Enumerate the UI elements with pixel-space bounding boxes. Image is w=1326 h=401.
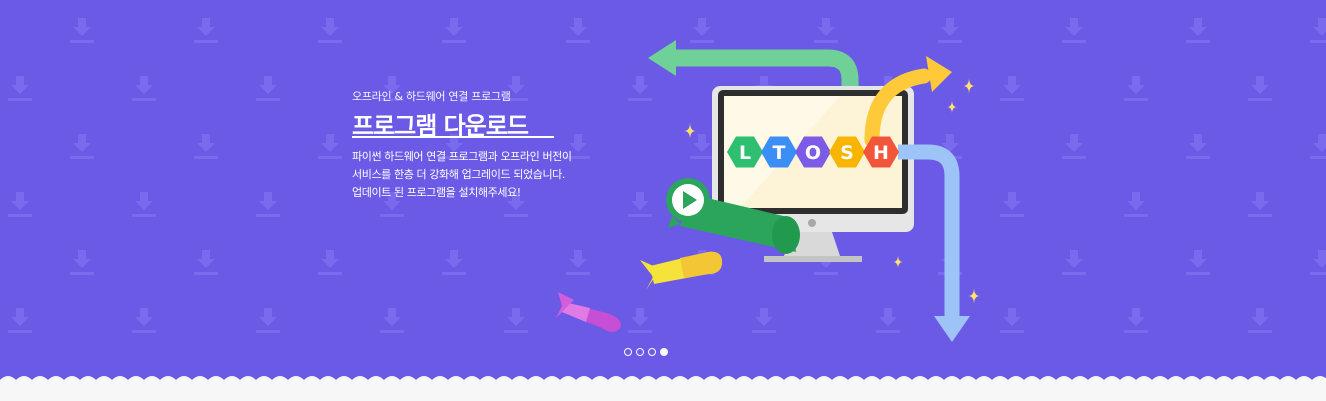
pink-rocket xyxy=(556,292,621,332)
hero-banner: 오프라인 & 하드웨어 연결 프로그램 프로그램 다운로드 파이썬 하드웨어 연… xyxy=(0,0,1326,401)
logo-letter: L xyxy=(739,142,751,164)
logo-letter: H xyxy=(873,142,889,164)
carousel-pagination xyxy=(624,348,668,356)
carousel-dot-active[interactable] xyxy=(660,348,668,356)
carousel-dot[interactable] xyxy=(648,348,656,356)
logo-letter: S xyxy=(840,142,854,164)
sparkle xyxy=(963,77,975,95)
carousel-dot[interactable] xyxy=(624,348,632,356)
sparkle xyxy=(684,122,696,140)
carousel-dot[interactable] xyxy=(636,348,644,356)
download-illustration: LTOSH xyxy=(556,40,980,342)
logo-letter: T xyxy=(773,142,786,164)
title-underline xyxy=(352,136,554,138)
wave-divider xyxy=(0,376,1326,401)
yellow-rocket xyxy=(640,251,722,290)
sparkle xyxy=(893,255,903,269)
sparkle xyxy=(968,287,980,305)
ltosh-logo: LTOSH xyxy=(727,136,899,168)
sparkle xyxy=(947,100,957,114)
logo-letter: O xyxy=(805,142,821,164)
